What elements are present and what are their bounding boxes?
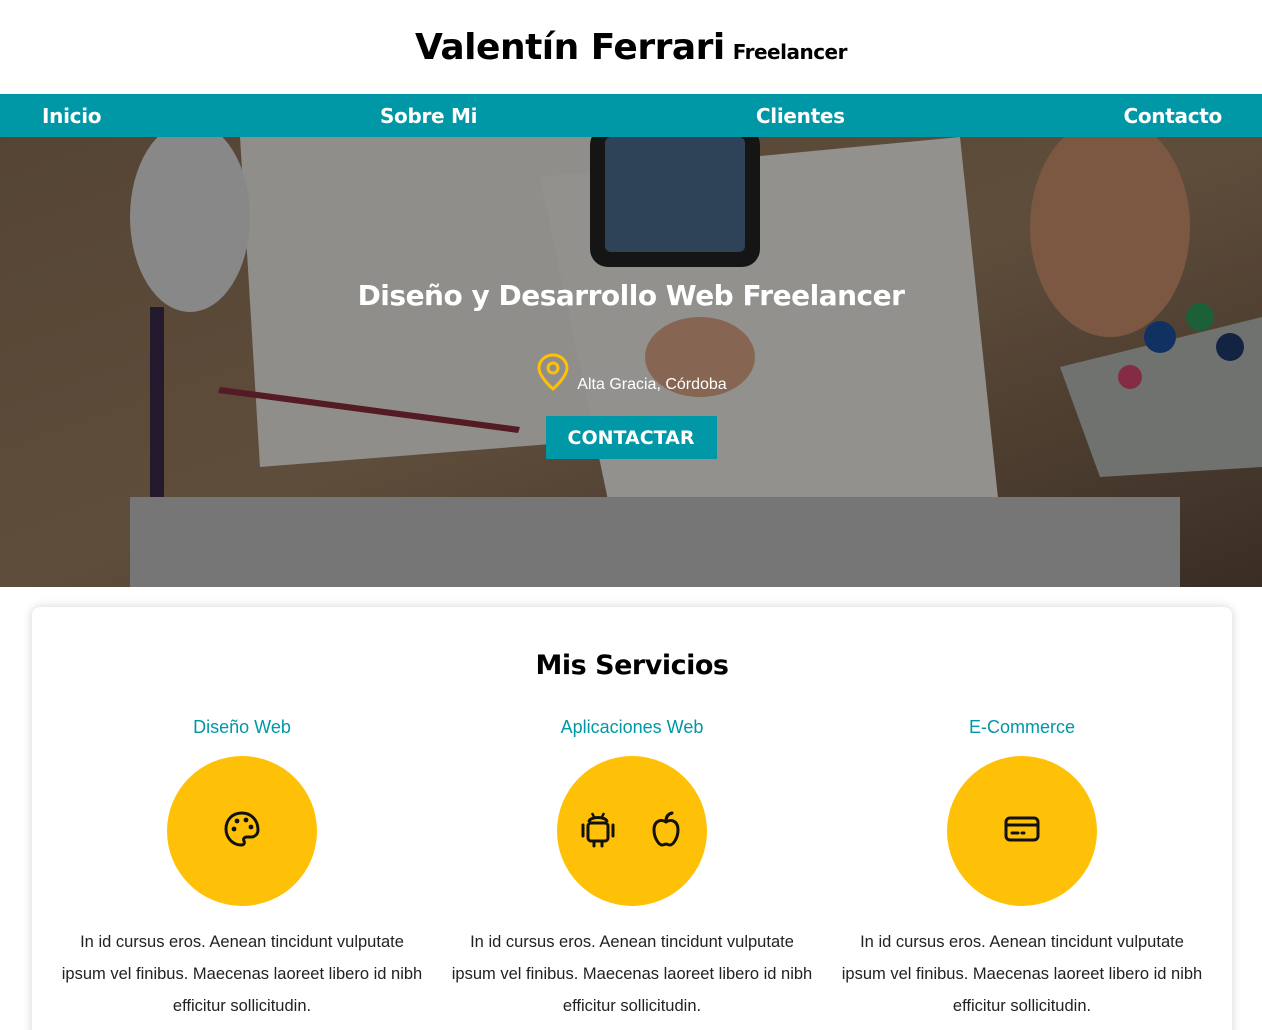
site-owner-name: Valentín Ferrari xyxy=(415,26,725,68)
services-grid: Diseño Web In id cursus eros. Aenean tin… xyxy=(32,717,1232,1022)
service-description: In id cursus eros. Aenean tincidunt vulp… xyxy=(841,933,1203,1015)
hero-section: Diseño y Desarrollo Web Freelancer Alta … xyxy=(0,137,1262,587)
android-icon xyxy=(578,809,618,853)
nav-link-sobre-mi[interactable]: Sobre Mi xyxy=(380,104,478,128)
service-e-commerce: E-Commerce In id cursus eros. Aenean tin… xyxy=(832,717,1212,1022)
hero-content: Diseño y Desarrollo Web Freelancer Alta … xyxy=(0,137,1262,587)
services-card: Mis Servicios Diseño Web In id cursus er… xyxy=(32,607,1232,1030)
nav-link-clientes[interactable]: Clientes xyxy=(756,104,845,128)
services-title: Mis Servicios xyxy=(535,650,729,681)
hero-title: Diseño y Desarrollo Web Freelancer xyxy=(357,279,905,312)
site-title: Valentín Ferrari Freelancer xyxy=(415,27,847,68)
service-icon-circle xyxy=(557,756,707,906)
location-text: Alta Gracia, Córdoba xyxy=(577,376,727,393)
service-title: Aplicaciones Web xyxy=(560,717,704,737)
contact-button[interactable]: CONTACTAR xyxy=(545,416,717,459)
service-icon-circle xyxy=(947,756,1097,906)
site-header: Valentín Ferrari Freelancer xyxy=(0,0,1262,94)
service-icon-circle xyxy=(167,756,317,906)
map-pin-icon xyxy=(535,352,571,396)
service-description: In id cursus eros. Aenean tincidunt vulp… xyxy=(451,933,813,1015)
location: Alta Gracia, Córdoba xyxy=(535,352,727,396)
credit-card-icon xyxy=(1002,809,1042,853)
nav-link-inicio[interactable]: Inicio xyxy=(42,104,101,128)
palette-icon xyxy=(222,809,262,853)
apple-icon xyxy=(646,809,686,853)
nav-link-contacto[interactable]: Contacto xyxy=(1123,104,1222,128)
service-aplicaciones-web: Aplicaciones Web In id cursus eros. Aene… xyxy=(442,717,822,1022)
site-role: Freelancer xyxy=(732,39,848,64)
service-description: In id cursus eros. Aenean tincidunt vulp… xyxy=(61,933,423,1015)
main-nav: Inicio Sobre Mi Clientes Contacto xyxy=(0,94,1262,137)
service-title: Diseño Web xyxy=(193,717,291,737)
service-diseno-web: Diseño Web In id cursus eros. Aenean tin… xyxy=(52,717,432,1022)
service-title: E-Commerce xyxy=(968,717,1075,737)
